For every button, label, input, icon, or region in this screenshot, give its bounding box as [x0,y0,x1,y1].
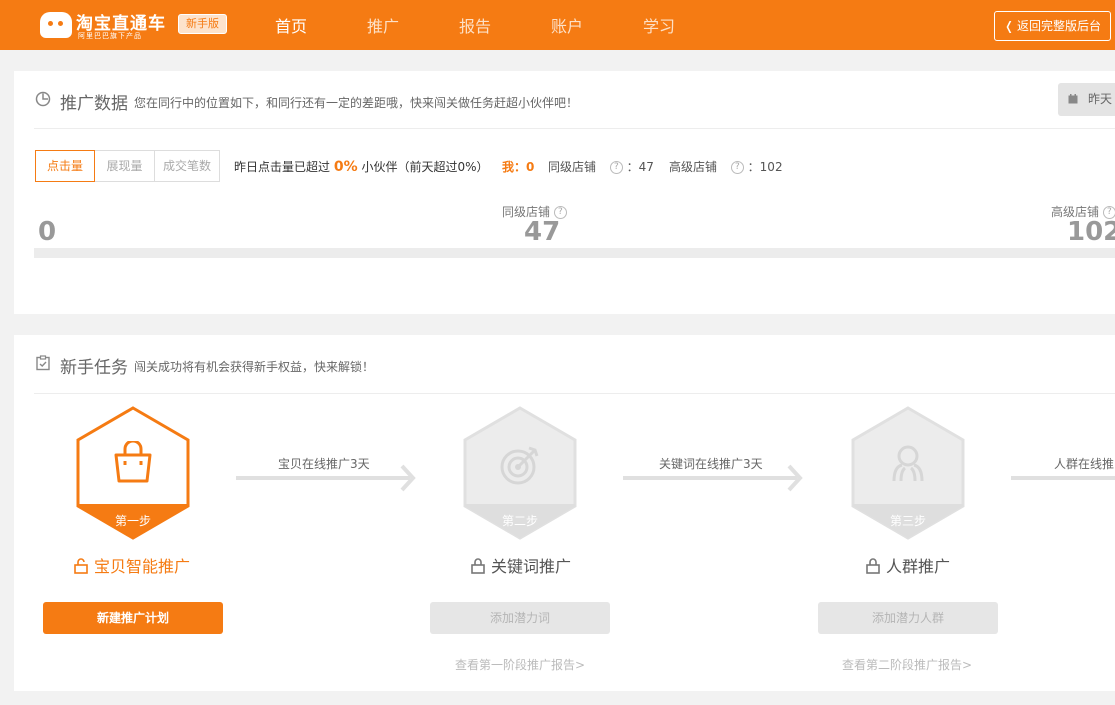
arrow2-label: 关键词在线推广3天 [659,457,763,471]
back-button-label: 返回完整版后台 [1017,19,1102,33]
pie-chart-icon [35,91,51,107]
stage1-report-link[interactable]: 查看第一阶段推广报告> [455,656,585,673]
click-stat-percent: 0% [333,159,358,175]
add-crowd-button[interactable]: 添加潜力人群 [818,602,998,634]
nav-report[interactable]: 报告 [459,13,491,37]
add-keyword-button[interactable]: 添加潜力词 [430,602,610,634]
back-to-full-button[interactable]: ❬ 返回完整版后台 [994,11,1111,41]
nav-promotion[interactable]: 推广 [367,13,399,37]
my-value-label: 我：0 [502,160,535,174]
task-desc: 闯关成功将有机会获得新手权益，快来解锁！ [134,360,375,374]
crowd-icon [892,445,924,482]
version-tag: 新手版 [178,14,227,34]
divider [34,393,1115,394]
bag-icon [114,441,152,483]
unlock-icon [74,558,88,574]
nav-account[interactable]: 账户 [551,13,583,37]
tab-impressions[interactable]: 展现量 [94,150,155,182]
lock-icon [866,558,880,574]
calendar-icon [1068,94,1078,104]
task1-name: 宝贝智能推广 [73,553,190,577]
bar-peer-value: 47 [524,217,561,247]
bar-top-value: 102 [1067,217,1115,247]
click-stat-text: 昨日点击量已超过 0% 小伙伴（前天超过0%） [234,158,489,175]
logo-subtitle: 阿里巴巴旗下产品 [78,32,142,40]
peer-shop-value: ：47 [626,160,654,174]
top-shop-label: 高级店铺 [669,160,718,174]
progress-track [34,248,1115,258]
promo-data-panel: 推广数据 您在同行中的位置如下，和同行还有一定的差距哦，快来闯关做任务赶超小伙伴… [14,71,1115,314]
task3-name-text: 人群推广 [886,557,951,576]
arrow1-label: 宝贝在线推广3天 [278,457,370,471]
date-picker-label: 昨天 [1088,92,1113,106]
top-navbar: 淘宝直通车 阿里巴巴旗下产品 新手版 首页 推广 报告 账户 学习 ❬ 返回完整版… [0,0,1115,50]
divider [34,128,1115,129]
step2-label: 第二步 [501,514,538,528]
step3-label: 第三步 [889,514,926,528]
date-picker-button[interactable]: 昨天 [1058,83,1115,116]
bar-my-value: 0 [38,217,57,247]
target-icon [500,446,539,485]
promo-data-desc: 您在同行中的位置如下，和同行还有一定的差距哦，快来闯关做任务赶超小伙伴吧！ [134,96,579,110]
nav-home[interactable]: 首页 [275,13,307,37]
tab-transactions[interactable]: 成交笔数 [154,150,220,182]
task3-name: 人群推广 [865,553,950,577]
clipboard-check-icon [36,355,50,371]
promo-data-title: 推广数据 [60,94,128,114]
top-shop-value: ：102 [747,160,783,174]
click-stat-prefix: 昨日点击量已超过 [234,160,331,174]
task2-name: 关键词推广 [470,553,571,577]
step1-label: 第一步 [114,514,151,528]
stage2-report-link[interactable]: 查看第二阶段推广报告> [842,656,972,673]
peer-shop-stat: 同级店铺 ? ：47 [548,158,654,175]
help-icon[interactable]: ? [609,161,623,174]
lock-icon [471,558,485,574]
task1-name-text: 宝贝智能推广 [94,557,191,576]
tab-clicks[interactable]: 点击量 [35,150,95,182]
task-title: 新手任务 [60,358,128,378]
newbie-task-panel: 新手任务 闯关成功将有机会获得新手权益，快来解锁！ 第一步 宝贝在线推广3天 第… [14,335,1115,691]
chevron-left-icon: ❬ [1003,19,1015,33]
create-plan-button[interactable]: 新建推广计划 [43,602,223,634]
click-stat-suffix: 小伙伴（前天超过0%） [361,160,489,174]
nav-learn[interactable]: 学习 [643,13,675,37]
help-icon[interactable]: ? [730,161,744,174]
arrow3-label: 人群在线推 [1054,457,1115,471]
logo-car-icon [40,12,72,38]
peer-shop-label: 同级店铺 [548,160,597,174]
task2-name-text: 关键词推广 [491,557,572,576]
top-shop-stat: 高级店铺 ? ：102 [669,158,783,175]
